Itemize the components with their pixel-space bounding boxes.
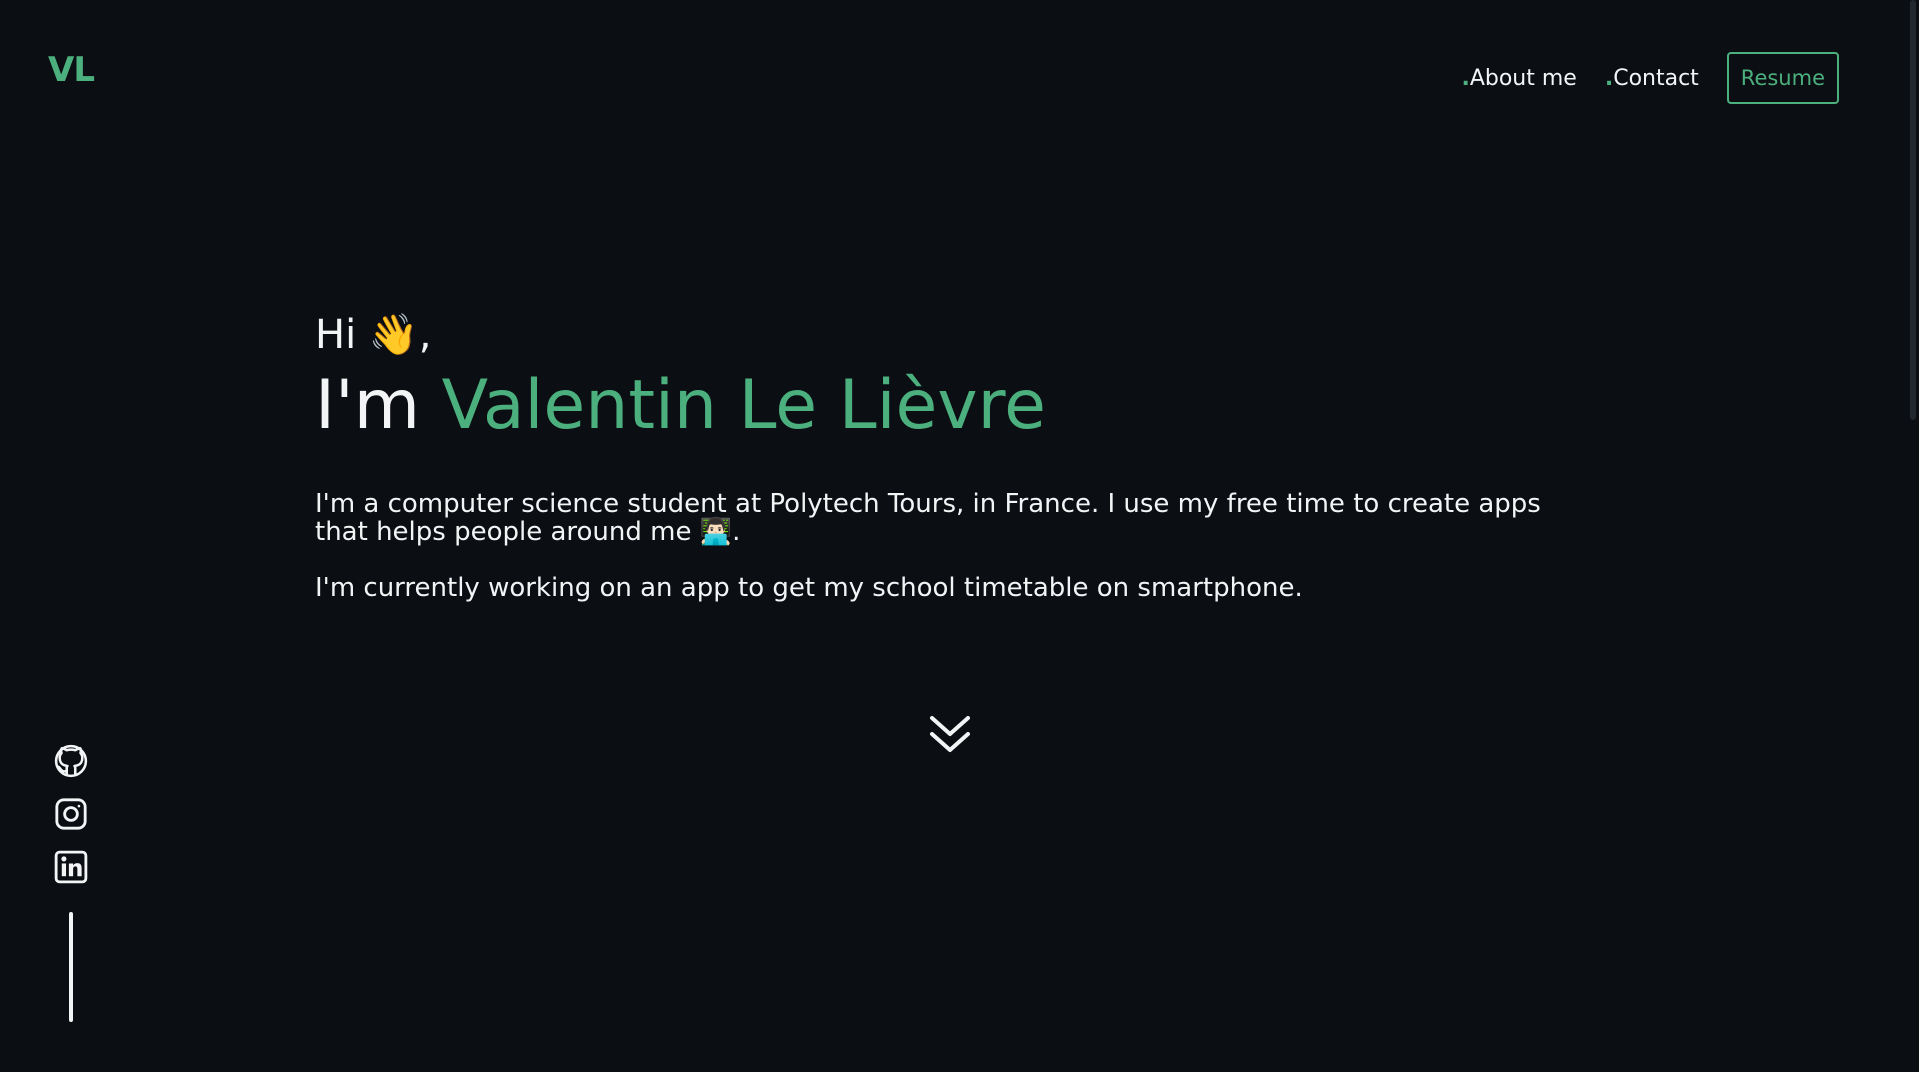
linkedin-icon[interactable] (54, 850, 88, 884)
nav-dot: . (1604, 65, 1614, 91)
nav-contact[interactable]: . Contact (1605, 66, 1699, 91)
social-links (54, 744, 88, 884)
scroll-down-icon[interactable] (928, 712, 972, 756)
nav-about-me[interactable]: . About me (1461, 66, 1576, 91)
resume-button[interactable]: Resume (1726, 52, 1839, 104)
nav-contact-label: Contact (1613, 65, 1699, 91)
top-nav: . About me . Contact Resume (1461, 52, 1839, 104)
nav-about-me-label: About me (1469, 65, 1577, 91)
page: VL . About me . Contact Resume Hi 👋, I'm… (0, 0, 1919, 1072)
headline-im: I'm (315, 366, 442, 445)
github-icon[interactable] (54, 744, 88, 778)
greeting: Hi 👋, (315, 312, 432, 358)
scrollbar[interactable] (1907, 0, 1919, 1072)
headline-name: Valentin Le Lièvre (441, 366, 1046, 445)
logo[interactable]: VL (48, 50, 95, 90)
social-divider-line (69, 912, 73, 1022)
intro-text: I'm a computer science student at Polyte… (315, 489, 1541, 547)
nav-dot: . (1461, 65, 1470, 91)
current-work-text: I'm currently working on an app to get m… (315, 573, 1303, 603)
headline: I'm Valentin Le Lièvre (315, 366, 1575, 446)
hero-section: Hi 👋, I'm Valentin Le Lièvre I'm a compu… (315, 308, 1575, 602)
scrollbar-thumb[interactable] (1910, 0, 1916, 420)
instagram-icon[interactable] (54, 797, 88, 831)
